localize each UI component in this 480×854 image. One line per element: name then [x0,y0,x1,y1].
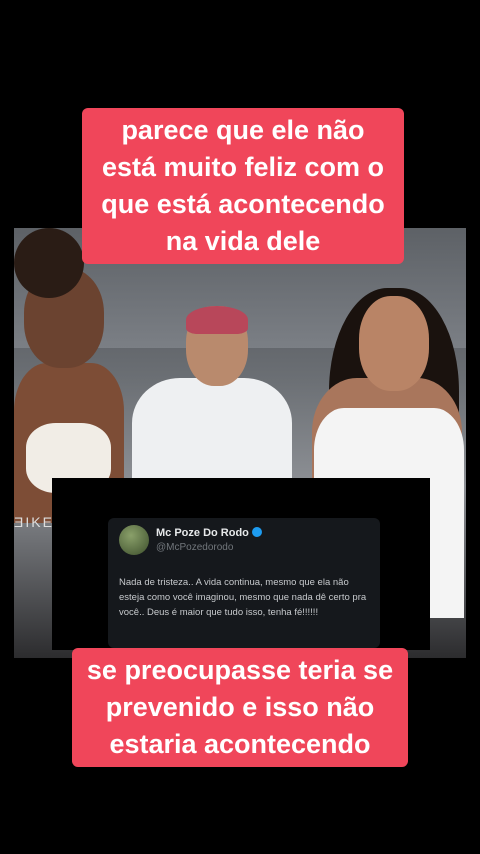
avatar [119,525,149,555]
tweet-author-name: Mc Poze Do Rodo [156,527,262,539]
tweet-text: Nada de tristeza.. A vida continua, mesm… [119,577,367,618]
left-person-hair [14,228,84,298]
tweet-author-name-text: Mc Poze Do Rodo [156,527,249,539]
photo-sign: ƎIKE [14,514,54,530]
tweet-author-handle: @McPozedorodo [156,542,234,553]
bottom-caption: se preocupasse teria se prevenido e isso… [72,648,408,767]
right-person-head [359,296,429,391]
verified-icon [251,527,262,537]
middle-person-hair [186,306,248,334]
top-caption: parece que ele não está muito feliz com … [82,108,404,264]
